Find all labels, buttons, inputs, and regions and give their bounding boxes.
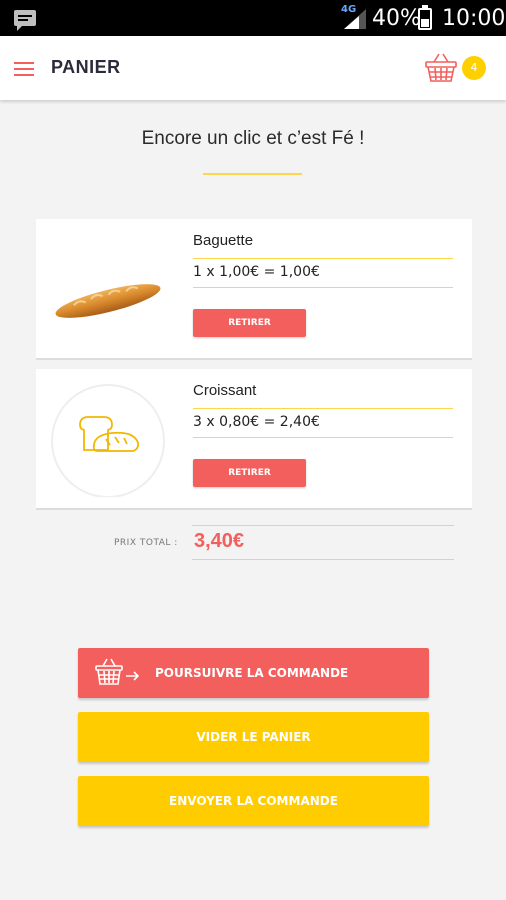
total-label: PRIX TOTAL :: [114, 538, 178, 548]
item-price-calc: 1 x 1,00€ = 1,00€: [193, 264, 320, 280]
status-bar: 4G 40% 10:00: [0, 0, 506, 36]
divider: [193, 408, 453, 409]
remove-item-button[interactable]: RETIRER: [193, 459, 306, 487]
headline-divider: [203, 173, 302, 175]
cart-item: Croissant 3 x 0,80€ = 2,40€ RETIRER: [36, 369, 472, 510]
remove-item-button[interactable]: RETIRER: [193, 309, 306, 337]
item-name: Croissant: [193, 382, 257, 399]
cart-count-badge[interactable]: 4: [462, 56, 486, 80]
total-price: 3,40€: [194, 530, 245, 552]
continue-order-button[interactable]: POURSUIVRE LA COMMANDE: [78, 648, 429, 698]
clock: 10:00: [442, 6, 506, 31]
empty-cart-button[interactable]: VIDER LE PANIER: [78, 712, 429, 762]
divider: [193, 437, 453, 438]
cart-item: Baguette 1 x 1,00€ = 1,00€ RETIRER: [36, 219, 472, 360]
divider: [193, 258, 453, 259]
bread-icon: [51, 384, 165, 497]
empty-cart-label: VIDER LE PANIER: [196, 730, 311, 744]
divider: [192, 525, 454, 526]
basket-icon[interactable]: [424, 53, 458, 83]
signal-icon: [344, 9, 366, 29]
send-order-label: ENVOYER LA COMMANDE: [169, 794, 338, 808]
baguette-image: [55, 284, 161, 318]
menu-icon[interactable]: [14, 62, 34, 76]
divider: [193, 287, 453, 288]
basket-arrow-icon: [95, 658, 140, 685]
page-title: PANIER: [51, 57, 121, 77]
message-notification-icon: [14, 10, 36, 31]
send-order-button[interactable]: ENVOYER LA COMMANDE: [78, 776, 429, 826]
battery-icon: [418, 5, 432, 30]
battery-percent: 40%: [372, 6, 421, 31]
headline: Encore un clic et c’est Fé !: [141, 128, 365, 149]
continue-order-label: POURSUIVRE LA COMMANDE: [155, 666, 349, 680]
item-price-calc: 3 x 0,80€ = 2,40€: [193, 414, 320, 430]
app-bar: PANIER 4: [0, 36, 506, 100]
divider: [192, 559, 454, 560]
item-name: Baguette: [193, 232, 254, 249]
